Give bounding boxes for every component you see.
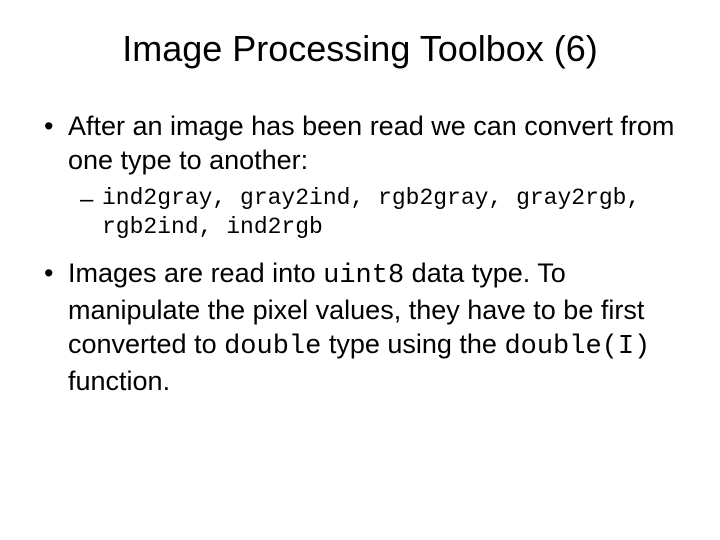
sub-bullet-text: ind2gray, gray2ind, rgb2gray, gray2rgb, … xyxy=(102,185,640,241)
bullet-item-2: Images are read into uint8 data type. To… xyxy=(40,257,680,398)
slide: Image Processing Toolbox (6) After an im… xyxy=(0,0,720,540)
code-double-i: double(I) xyxy=(504,332,650,362)
bullet-2-part3: type using the xyxy=(321,329,504,359)
bullet-item-1: After an image has been read we can conv… xyxy=(40,110,680,243)
bullet-2-part1: Images are read into xyxy=(68,258,323,288)
bullet-list: After an image has been read we can conv… xyxy=(40,110,680,398)
sub-bullet-item: ind2gray, gray2ind, rgb2gray, gray2rgb, … xyxy=(68,184,680,244)
code-uint8: uint8 xyxy=(323,261,404,291)
bullet-1-text: After an image has been read we can conv… xyxy=(68,111,674,175)
bullet-2-part4: function. xyxy=(68,366,170,396)
code-double: double xyxy=(224,332,321,362)
sub-bullet-list: ind2gray, gray2ind, rgb2gray, gray2rgb, … xyxy=(68,184,680,244)
slide-title: Image Processing Toolbox (6) xyxy=(40,28,680,70)
